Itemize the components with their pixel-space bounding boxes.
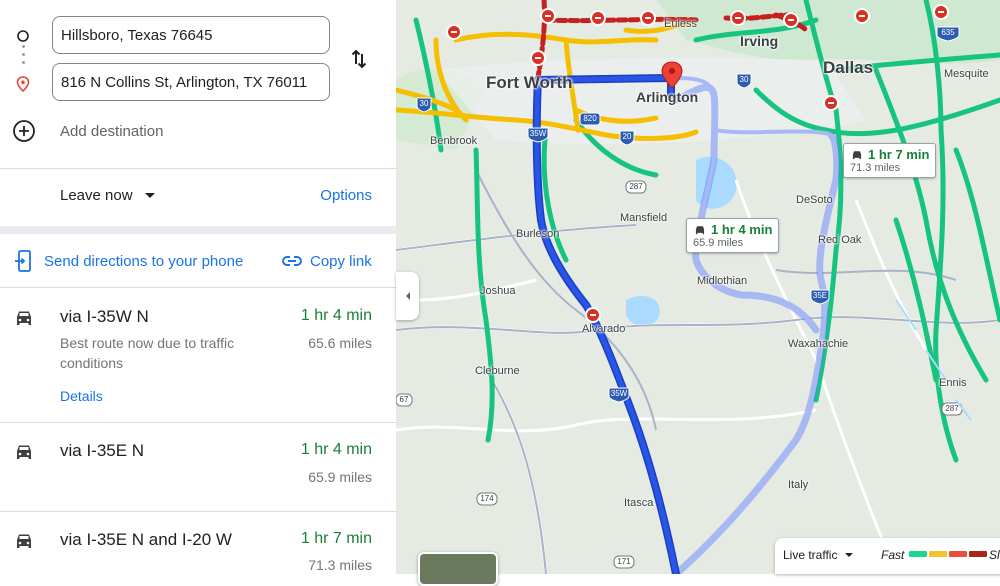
car-icon xyxy=(852,150,862,159)
traffic-legend: Live traffic Fast Sl xyxy=(775,538,1000,574)
copy-link-button[interactable]: Copy link xyxy=(280,249,372,273)
city-label-burleson: Burleson xyxy=(516,228,560,240)
city-label-midlothian: Midlothian xyxy=(697,275,748,287)
live-traffic-label: Live traffic xyxy=(783,548,838,562)
traffic-bar-slow xyxy=(949,551,967,557)
city-label-itasca: Itasca xyxy=(624,497,654,509)
city-label-fort-worth: Fort Worth xyxy=(486,73,573,92)
divider xyxy=(0,168,396,169)
live-traffic-dropdown[interactable]: Live traffic xyxy=(783,548,854,562)
section-separator xyxy=(0,226,396,234)
route-dots xyxy=(22,45,25,69)
map-canvas[interactable]: 30 30 35W 35W 35E 20 635 820 287 287 67 … xyxy=(396,0,1000,574)
traffic-color-scale xyxy=(909,551,989,557)
caret-down-icon xyxy=(845,553,854,557)
car-icon xyxy=(17,445,31,459)
route-duration: 1 hr 4 min xyxy=(300,307,372,324)
city-label-benbrook: Benbrook xyxy=(430,135,478,147)
route-3-bubble[interactable]: 1 hr 7 min 71.3 miles xyxy=(843,143,937,178)
shield-i30-left: 30 xyxy=(419,99,429,108)
route-option-1[interactable]: via I-35W N 1 hr 4 min Best route now du… xyxy=(0,288,396,422)
route-via-label: via I-35W N xyxy=(60,307,149,326)
car-icon xyxy=(695,225,705,234)
shield-i635: 635 xyxy=(941,28,955,37)
caret-down-icon xyxy=(144,193,155,198)
route-option-3[interactable]: via I-35E N and I-20 W 1 hr 7 min 71.3 m… xyxy=(0,512,396,574)
city-label-euless: Euless xyxy=(664,18,698,30)
shield-hwy287-right: 287 xyxy=(945,404,959,413)
shield-i35e: 35E xyxy=(812,291,828,300)
city-label-arlington: Arlington xyxy=(636,89,699,105)
send-to-phone-icon xyxy=(15,250,31,272)
traffic-bar-very-slow xyxy=(969,551,987,557)
city-label-irving: Irving xyxy=(740,33,779,49)
origin-input[interactable] xyxy=(52,16,330,54)
car-icon xyxy=(17,534,31,548)
swap-icon[interactable] xyxy=(347,47,371,71)
route-via-label: via I-35E N and I-20 W xyxy=(60,530,232,549)
shield-hwy820: 820 xyxy=(583,114,597,123)
city-label-red-oak: Red Oak xyxy=(818,234,862,246)
city-label-waxahachie: Waxahachie xyxy=(788,338,849,350)
route-details-link[interactable]: Details xyxy=(60,388,103,404)
options-button[interactable]: Options xyxy=(320,187,372,204)
origin-circle-icon xyxy=(17,30,29,42)
city-label-alvarado: Alvarado xyxy=(582,323,626,335)
car-icon xyxy=(17,311,31,325)
route-description: Best route now due to traffic conditions xyxy=(60,335,235,371)
destination-pin-icon xyxy=(16,76,30,92)
shield-i35w-top: 35W xyxy=(529,129,547,138)
route-distance: 71.3 miles xyxy=(308,557,372,573)
shield-i20: 20 xyxy=(622,132,632,141)
route-distance: 65.9 miles xyxy=(308,469,372,485)
city-label-italy: Italy xyxy=(788,479,809,491)
link-icon xyxy=(282,256,302,266)
traffic-slow-label: Sl xyxy=(989,548,1000,562)
route-3-bubble-distance: 71.3 miles xyxy=(850,162,901,174)
shield-hwy171: 171 xyxy=(617,557,631,566)
shield-i30-right: 30 xyxy=(739,75,749,84)
shield-hwy67: 67 xyxy=(399,395,409,404)
route-2-bubble-distance: 65.9 miles xyxy=(693,237,744,249)
city-label-joshua: Joshua xyxy=(480,285,516,297)
directions-panel: Add destination Leave now Options Send d… xyxy=(0,0,396,574)
leave-now-dropdown[interactable]: Leave now xyxy=(60,187,155,204)
send-to-phone-label: Send directions to your phone xyxy=(44,252,244,270)
traffic-bar-medium xyxy=(929,551,947,557)
traffic-fast-label: Fast xyxy=(881,548,905,562)
route-via-label: via I-35E N xyxy=(60,441,145,460)
leave-now-label: Leave now xyxy=(60,187,133,204)
add-destination-label: Add destination xyxy=(60,122,164,140)
lake xyxy=(626,296,660,326)
city-label-mansfield: Mansfield xyxy=(620,212,668,224)
route-duration: 1 hr 7 min xyxy=(300,530,372,547)
city-label-desoto: DeSoto xyxy=(796,194,833,206)
waypoint-inputs: Add destination xyxy=(0,0,396,168)
route-option-2[interactable]: via I-35E N 1 hr 4 min 65.9 miles xyxy=(0,423,396,511)
route-distance: 65.6 miles xyxy=(308,335,372,351)
route-2-bubble-time: 1 hr 4 min xyxy=(711,222,773,237)
destination-input[interactable] xyxy=(52,63,330,101)
shield-i35w-bottom: 35W xyxy=(610,389,628,398)
collapse-panel-button[interactable] xyxy=(396,272,419,320)
city-label-ennis: Ennis xyxy=(939,377,967,389)
route-3-bubble-time: 1 hr 7 min xyxy=(868,147,930,162)
shield-hwy174: 174 xyxy=(480,494,494,503)
shield-hwy287-top: 287 xyxy=(629,182,643,191)
add-circle-icon xyxy=(13,120,35,142)
route-2-bubble[interactable]: 1 hr 4 min 65.9 miles xyxy=(686,218,780,253)
route-duration: 1 hr 4 min xyxy=(300,441,372,458)
layers-thumbnail[interactable] xyxy=(418,552,498,586)
city-label-mesquite: Mesquite xyxy=(944,68,989,80)
send-to-phone-button[interactable]: Send directions to your phone xyxy=(12,249,243,273)
copy-link-label: Copy link xyxy=(310,252,372,270)
city-label-cleburne: Cleburne xyxy=(475,365,520,377)
add-destination-button[interactable]: Add destination xyxy=(12,118,163,144)
traffic-bar-fast xyxy=(909,551,927,557)
city-label-dallas: Dallas xyxy=(823,58,874,77)
chevron-left-icon xyxy=(405,292,410,300)
